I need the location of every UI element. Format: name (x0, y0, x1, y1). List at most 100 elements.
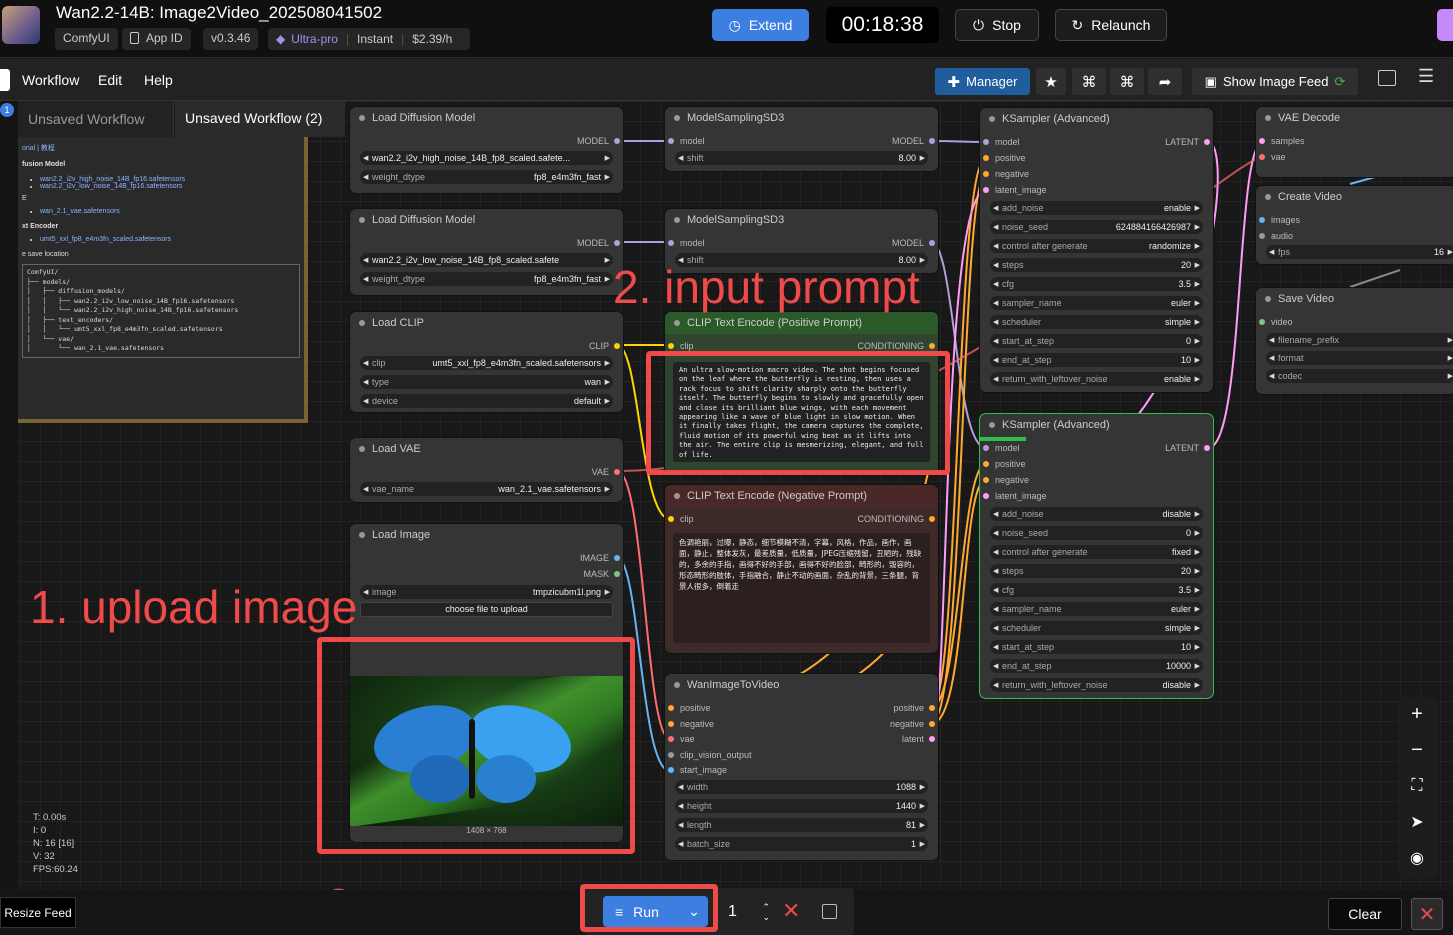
negative-prompt-node[interactable]: CLIP Text Encode (Negative Prompt) clip … (665, 485, 938, 653)
mask-output-port[interactable] (614, 571, 620, 577)
fit-view-icon[interactable]: ⛶ (1400, 769, 1434, 803)
batch-size-widget[interactable]: batch_size 1 (675, 837, 928, 851)
filename-prefix-widget[interactable]: filename_prefix (1266, 333, 1453, 347)
tab-unsaved-workflow-2[interactable]: Unsaved Workflow (2) (175, 101, 345, 137)
negative-output-port[interactable] (929, 720, 935, 727)
positive-input-port[interactable] (983, 461, 989, 467)
start-at-step-widget[interactable]: start_at_step 10 (990, 640, 1203, 654)
positive-input-port[interactable] (983, 155, 989, 161)
load-clip-node[interactable]: Load CLIP CLIP clipumt5_xxl_fp8_e4m3fn_s… (350, 312, 623, 412)
audio-input-port[interactable] (1259, 233, 1265, 239)
tab-unsaved-workflow[interactable]: Unsaved Workflow (18, 101, 174, 137)
add-noise-widget[interactable]: add_noise enable (990, 201, 1203, 215)
samples-input-port[interactable] (1259, 138, 1265, 144)
conditioning-output-port[interactable] (929, 516, 935, 522)
scheduler-widget[interactable]: scheduler simple (990, 621, 1203, 635)
vae-link[interactable]: wan_2.1_vae.safetensors (40, 208, 120, 215)
latent-output-port[interactable] (1204, 445, 1210, 451)
clip-device-widget[interactable]: devicedefault (360, 394, 613, 408)
model-input-port[interactable] (983, 445, 989, 451)
model-input-port[interactable] (668, 240, 674, 246)
control-after-generate-widget[interactable]: control after generate randomize (990, 239, 1203, 253)
images-input-port[interactable] (1259, 217, 1265, 223)
return-with-leftover-noise-widget[interactable]: return_with_leftover_noise enable (990, 372, 1203, 386)
model-output-port[interactable] (614, 240, 620, 246)
image-select-widget[interactable]: imagetmpzicubm1l.png (360, 585, 613, 599)
add-noise-widget[interactable]: add_noise disable (990, 507, 1203, 521)
cfg-widget[interactable]: cfg 3.5 (990, 277, 1203, 291)
load-diffusion-model-node-high[interactable]: Load Diffusion Model MODEL wan2.2_i2v_hi… (350, 107, 623, 193)
start-image-input-port[interactable] (668, 767, 674, 773)
model-link-high[interactable]: wan2.2_i2v_high_noise_14B_fp16.safetenso… (40, 176, 185, 183)
negative-input-port[interactable] (983, 171, 989, 177)
steps-widget[interactable]: steps 20 (990, 258, 1203, 272)
weight-dtype-widget[interactable]: weight_dtypefp8_e4m3fn_fast (360, 272, 613, 286)
create-video-node[interactable]: Create Video images audio fps16 (1256, 186, 1453, 264)
length-widget[interactable]: length 81 (675, 818, 928, 832)
noise-seed-widget[interactable]: noise_seed 0 (990, 526, 1203, 540)
clip-vision-output-input-port[interactable] (668, 751, 674, 758)
positive-input-port[interactable] (668, 705, 674, 711)
image-output-port[interactable] (614, 555, 620, 561)
control-after-generate-widget[interactable]: control after generate fixed (990, 545, 1203, 559)
positive-output-port[interactable] (929, 705, 935, 711)
negative-input-port[interactable] (983, 477, 989, 483)
model-input-port[interactable] (668, 138, 674, 144)
encoder-link[interactable]: umt5_xxl_fp8_e4m3fn_scaled.safetensors (40, 236, 171, 243)
zoom-in-icon[interactable]: + (1400, 697, 1434, 731)
save-video-node[interactable]: Save Video video filename_prefix format … (1256, 288, 1453, 394)
width-widget[interactable]: width 1088 (675, 780, 928, 794)
shift-widget[interactable]: shift8.00 (675, 151, 928, 165)
unet-name-widget[interactable]: wan2.2_i2v_low_noise_14B_fp8_scaled.safe… (360, 253, 613, 267)
clear-button[interactable]: Clear (1328, 898, 1402, 930)
model-output-port[interactable] (614, 138, 620, 144)
vae-name-widget[interactable]: vae_namewan_2.1_vae.safetensors (360, 482, 613, 496)
choose-file-button[interactable]: choose file to upload (360, 602, 613, 617)
end-at-step-widget[interactable]: end_at_step 10 (990, 353, 1203, 367)
scheduler-widget[interactable]: scheduler simple (990, 315, 1203, 329)
batch-count-input[interactable]: 1 ⌃ ⌄ (722, 898, 770, 926)
ksampler-advanced-node-1[interactable]: KSampler (Advanced) model positive negativ… (980, 108, 1213, 392)
sampler-name-widget[interactable]: sampler_name euler (990, 296, 1203, 310)
negative-prompt-textarea[interactable]: 色调艳丽，过曝，静态，细节模糊不清，字幕，风格，作品，画作，画面，静止，整体发灰… (673, 533, 930, 643)
model-output-port[interactable] (929, 240, 935, 246)
unet-name-widget[interactable]: wan2.2_i2v_high_noise_14B_fp8_scaled.saf… (360, 151, 613, 165)
load-diffusion-model-node-low[interactable]: Load Diffusion Model MODEL wan2.2_i2v_lo… (350, 209, 623, 295)
stop-square-icon[interactable] (822, 904, 837, 919)
height-widget[interactable]: height 1440 (675, 799, 928, 813)
load-vae-node[interactable]: Load VAE VAE vae_namewan_2.1_vae.safeten… (350, 438, 623, 502)
weight-dtype-widget[interactable]: weight_dtypefp8_e4m3fn_fast (360, 170, 613, 184)
model-sampling-sd3-node-1[interactable]: ModelSamplingSD3 model MODEL shift8.00 (665, 107, 938, 171)
clip-type-widget[interactable]: typewan (360, 375, 613, 389)
video-input-port[interactable] (1259, 319, 1265, 325)
start-at-step-widget[interactable]: start_at_step 0 (990, 334, 1203, 348)
vae-input-port[interactable] (1259, 154, 1265, 160)
clip-input-port[interactable] (668, 343, 674, 349)
clip-output-port[interactable] (614, 343, 620, 349)
wan-image-to-video-node[interactable]: WanImageToVideo positive negative vae clip_… (665, 674, 938, 860)
select-mode-icon[interactable]: ➤ (1400, 805, 1434, 839)
model-output-port[interactable] (929, 138, 935, 144)
conditioning-output-port[interactable] (929, 343, 935, 349)
latent-output-port[interactable] (1204, 139, 1210, 145)
end-at-step-widget[interactable]: end_at_step 10000 (990, 659, 1203, 673)
model-input-port[interactable] (983, 139, 989, 145)
stepper-icon[interactable]: ⌃ ⌄ (762, 902, 770, 922)
vae-output-port[interactable] (614, 469, 620, 475)
ksampler-advanced-node-2[interactable]: KSampler (Advanced) model positive negativ… (980, 414, 1213, 698)
resize-feed-button[interactable]: Resize Feed (0, 897, 76, 928)
cfg-widget[interactable]: cfg 3.5 (990, 583, 1203, 597)
noise-seed-widget[interactable]: noise_seed 624884166426987 (990, 220, 1203, 234)
vae-decode-node[interactable]: VAE Decode samples vae (1256, 107, 1453, 177)
clip-input-port[interactable] (668, 516, 674, 522)
negative-input-port[interactable] (668, 720, 674, 727)
latent-output-port[interactable] (929, 736, 935, 742)
clip-name-widget[interactable]: clipumt5_xxl_fp8_e4m3fn_scaled.safetenso… (360, 356, 613, 370)
model-link-low[interactable]: wan2.2_i2v_low_noise_14B_fp16.safetensor… (40, 183, 182, 190)
codec-widget[interactable]: codec (1266, 369, 1453, 383)
format-widget[interactable]: format (1266, 351, 1453, 365)
tutorial-link[interactable]: orial | 教程 (22, 145, 55, 152)
zoom-out-icon[interactable]: − (1400, 733, 1434, 767)
sampler-name-widget[interactable]: sampler_name euler (990, 602, 1203, 616)
vae-input-port[interactable] (668, 736, 674, 742)
